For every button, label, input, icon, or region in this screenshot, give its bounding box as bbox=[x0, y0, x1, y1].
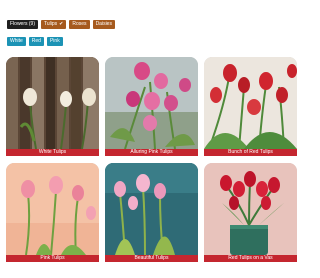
pink-tulips-image bbox=[105, 57, 198, 149]
filter-tulips[interactable]: Tulips ✔ bbox=[41, 20, 67, 29]
red-tulips-image bbox=[204, 57, 297, 149]
color-filter-white[interactable]: White bbox=[7, 37, 26, 46]
filter-tulips-label: Tulips bbox=[44, 21, 58, 27]
product-card-pink-tulips[interactable]: Pink Tulips bbox=[6, 163, 99, 262]
filter-flowers[interactable]: Flowers (9) bbox=[7, 20, 39, 29]
color-filter-pink[interactable]: Pink bbox=[46, 37, 63, 46]
card-caption: Beautiful Tulips bbox=[105, 255, 198, 262]
product-card-red-tulips-on-a-vas[interactable]: Red Tulips on a Vas bbox=[204, 163, 297, 262]
pink-tulips-vase-image bbox=[6, 163, 99, 255]
color-filter-row: White Red Pink bbox=[7, 37, 63, 46]
filter-roses-label: Roses bbox=[72, 21, 87, 27]
product-card-beautiful-tulips[interactable]: Beautiful Tulips bbox=[105, 163, 198, 262]
color-filter-white-label: White bbox=[10, 38, 23, 44]
filter-daisies-label: Daisies bbox=[95, 21, 112, 27]
filter-roses[interactable]: Roses bbox=[69, 20, 90, 29]
white-tulips-image bbox=[6, 57, 99, 149]
product-card-alluring-pink-tulips[interactable]: Alluring Pink Tulips bbox=[105, 57, 198, 156]
product-grid: White Tulips Alluring Pink Tulips Bunch … bbox=[6, 57, 297, 262]
filter-flowers-label: Flowers (9) bbox=[10, 21, 36, 27]
beautiful-tulips-image bbox=[105, 163, 198, 255]
filter-daisies[interactable]: Daisies bbox=[92, 20, 115, 29]
product-card-white-tulips[interactable]: White Tulips bbox=[6, 57, 99, 156]
check-icon: ✔ bbox=[59, 21, 64, 27]
color-filter-red[interactable]: Red bbox=[28, 37, 44, 46]
card-caption: Red Tulips on a Vas bbox=[204, 255, 297, 262]
color-filter-pink-label: Pink bbox=[49, 38, 60, 44]
card-caption: Alluring Pink Tulips bbox=[105, 149, 198, 156]
color-filter-red-label: Red bbox=[31, 38, 41, 44]
card-caption: Bunch of Red Tulips bbox=[204, 149, 297, 156]
card-caption: Pink Tulips bbox=[6, 255, 99, 262]
red-tulips-vase-image bbox=[204, 163, 297, 255]
product-card-bunch-of-red-tulips[interactable]: Bunch of Red Tulips bbox=[204, 57, 297, 156]
category-filter-row: Flowers (9) Tulips ✔ Roses Daisies bbox=[7, 20, 115, 29]
card-caption: White Tulips bbox=[6, 149, 99, 156]
